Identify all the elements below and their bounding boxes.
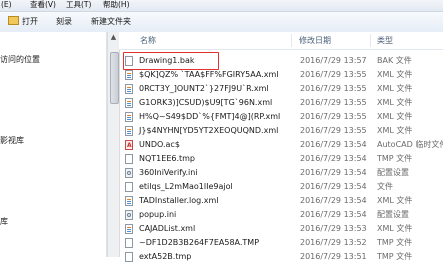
file-date: 2016/7/29 13:52: [300, 238, 367, 247]
file-date: 2016/7/29 13:54: [300, 168, 367, 177]
file-name: $QK]QZ% `TAA$FF%FGIRY5AA.xml: [139, 70, 279, 79]
file-name: 360IniVerify.ini: [139, 168, 198, 177]
menu-tools[interactable]: 工具(T): [66, 0, 91, 11]
settings-file-icon: [125, 168, 133, 178]
file-name: CAJADList.xml: [139, 224, 196, 233]
scroll-thumb[interactable]: [110, 52, 119, 104]
file-date: 2016/7/29 13:54: [300, 182, 367, 191]
file-row[interactable]: CAJADList.xml 2016/7/29 13:53 XML 文件: [119, 222, 443, 236]
file-type: BAK 文件: [377, 56, 412, 65]
file-icon: [125, 182, 133, 192]
file-name: NQT1EE6.tmp: [139, 154, 196, 163]
file-type: XML 文件: [377, 112, 413, 121]
file-date: 2016/7/29 13:54: [300, 140, 367, 149]
file-name: J}$4NYHN[YD5YT2XEOQUQND.xml: [139, 126, 279, 135]
command-toolbar: 打开 刻录 新建文件夹: [0, 11, 443, 33]
file-row[interactable]: NQT1EE6.tmp 2016/7/29 13:54 TMP 文件: [119, 152, 443, 166]
file-date: 2016/7/29 13:55: [300, 126, 367, 135]
file-date: 2016/7/29 13:54: [300, 154, 367, 163]
file-name: ~DF1D2B3B264F7EA58A.TMP: [139, 238, 260, 247]
file-date: 2016/7/29 13:54: [300, 210, 367, 219]
menu-edit[interactable]: (E): [1, 0, 12, 11]
file-row[interactable]: J}$4NYHN[YD5YT2XEOQUQND.xml 2016/7/29 13…: [119, 124, 443, 138]
xml-file-icon: [125, 196, 133, 206]
file-type: XML 文件: [377, 126, 413, 135]
column-header-name[interactable]: 名称: [140, 32, 156, 49]
column-header-date[interactable]: 修改日期: [299, 32, 331, 49]
navigation-pane: 访问的位置 影视库 库: [0, 32, 107, 257]
menu-bar: (E) 查看(V) 工具(T) 帮助(H): [0, 0, 443, 11]
file-row[interactable]: popup.ini 2016/7/29 13:54 配置设置: [119, 208, 443, 222]
column-header-type[interactable]: 类型: [377, 32, 393, 49]
burn-button[interactable]: 刻录: [56, 16, 72, 28]
open-label: 打开: [22, 17, 38, 26]
file-type: 文件: [377, 182, 393, 191]
file-row[interactable]: etilqs_L2mMao1lIe9ajol 2016/7/29 13:54 文…: [119, 180, 443, 194]
file-name: G1ORK3)]CSUD)$U9[TG`96N.xml: [139, 98, 273, 107]
file-type: XML 文件: [377, 70, 413, 79]
file-type: TMP 文件: [377, 238, 413, 247]
file-name: extA52B.tmp: [139, 252, 192, 261]
file-row[interactable]: $QK]QZ% `TAA$FF%FGIRY5AA.xml 2016/7/29 1…: [119, 68, 443, 82]
file-row[interactable]: 360IniVerify.ini 2016/7/29 13:54 配置设置: [119, 166, 443, 180]
new-folder-label: 新建文件夹: [91, 17, 131, 26]
file-date: 2016/7/29 13:55: [300, 84, 367, 93]
file-name: UNDO.ac$: [139, 140, 180, 149]
xml-file-icon: [125, 70, 133, 80]
file-date: 2016/7/29 13:57: [300, 56, 367, 65]
xml-file-icon: [125, 84, 133, 94]
file-date: 2016/7/29 13:53: [300, 224, 367, 233]
settings-file-icon: [125, 210, 133, 220]
folder-icon: [8, 16, 19, 25]
column-divider[interactable]: [370, 34, 371, 47]
file-icon: [125, 252, 133, 262]
autocad-file-icon: [125, 139, 133, 153]
file-icon: [125, 238, 133, 248]
file-type: XML 文件: [377, 196, 413, 205]
file-name: popup.ini: [139, 210, 177, 219]
file-type: XML 文件: [377, 84, 413, 93]
file-type: AutoCAD 临时文件: [377, 140, 443, 149]
file-row[interactable]: H%Q~S49$DD`%{FMT]4@](RP.xml 2016/7/29 13…: [119, 110, 443, 124]
file-row[interactable]: extA52B.tmp 2016/7/29 13:51 TMP 文件: [119, 250, 443, 264]
file-date: 2016/7/29 13:55: [300, 98, 367, 107]
file-name: 0RCT3Y_]OUNT2`}27FJ9U`R.xml: [139, 84, 269, 93]
menu-help[interactable]: 帮助(H): [103, 0, 130, 11]
open-button[interactable]: 打开: [8, 16, 38, 28]
file-type: TMP 文件: [377, 252, 413, 261]
file-date: 2016/7/29 13:55: [300, 70, 367, 79]
burn-label: 刻录: [56, 17, 72, 26]
xml-file-icon: [125, 126, 133, 136]
file-type: 配置设置: [377, 210, 409, 219]
file-type: XML 文件: [377, 98, 413, 107]
file-date: 2016/7/29 13:55: [300, 112, 367, 121]
highlight-box: [123, 52, 219, 70]
column-header-row: 名称 修改日期 类型: [119, 32, 443, 50]
file-row[interactable]: ~DF1D2B3B264F7EA58A.TMP 2016/7/29 13:52 …: [119, 236, 443, 250]
file-row[interactable]: UNDO.ac$ 2016/7/29 13:54 AutoCAD 临时文件: [119, 138, 443, 153]
file-type: TMP 文件: [377, 154, 413, 163]
column-divider[interactable]: [291, 34, 292, 47]
nav-item-video-library[interactable]: 影视库: [0, 135, 24, 147]
nav-item-recent-places[interactable]: 访问的位置: [0, 54, 40, 66]
file-type: XML 文件: [377, 224, 413, 233]
xml-file-icon: [125, 112, 133, 122]
file-name: H%Q~S49$DD`%{FMT]4@](RP.xml: [139, 112, 281, 121]
xml-file-icon: [125, 98, 133, 108]
file-list: Drawing1.bak 2016/7/29 13:57 BAK 文件 $QK]…: [119, 50, 443, 262]
file-date: 2016/7/29 13:51: [300, 252, 367, 261]
menu-view[interactable]: 查看(V): [30, 0, 56, 11]
scroll-up-arrow-icon[interactable]: ▲: [108, 32, 119, 43]
nav-item-library[interactable]: 库: [0, 216, 8, 228]
new-folder-button[interactable]: 新建文件夹: [91, 16, 131, 28]
file-name: TADInstaller.log.xml: [139, 196, 219, 205]
file-date: 2016/7/29 13:54: [300, 196, 367, 205]
file-type: 配置设置: [377, 168, 409, 177]
file-row[interactable]: TADInstaller.log.xml 2016/7/29 13:54 XML…: [119, 194, 443, 208]
file-row[interactable]: G1ORK3)]CSUD)$U9[TG`96N.xml 2016/7/29 13…: [119, 96, 443, 110]
xml-file-icon: [125, 224, 133, 234]
file-row[interactable]: 0RCT3Y_]OUNT2`}27FJ9U`R.xml 2016/7/29 13…: [119, 82, 443, 96]
file-icon: [125, 154, 133, 164]
file-name: etilqs_L2mMao1lIe9ajol: [139, 182, 233, 191]
